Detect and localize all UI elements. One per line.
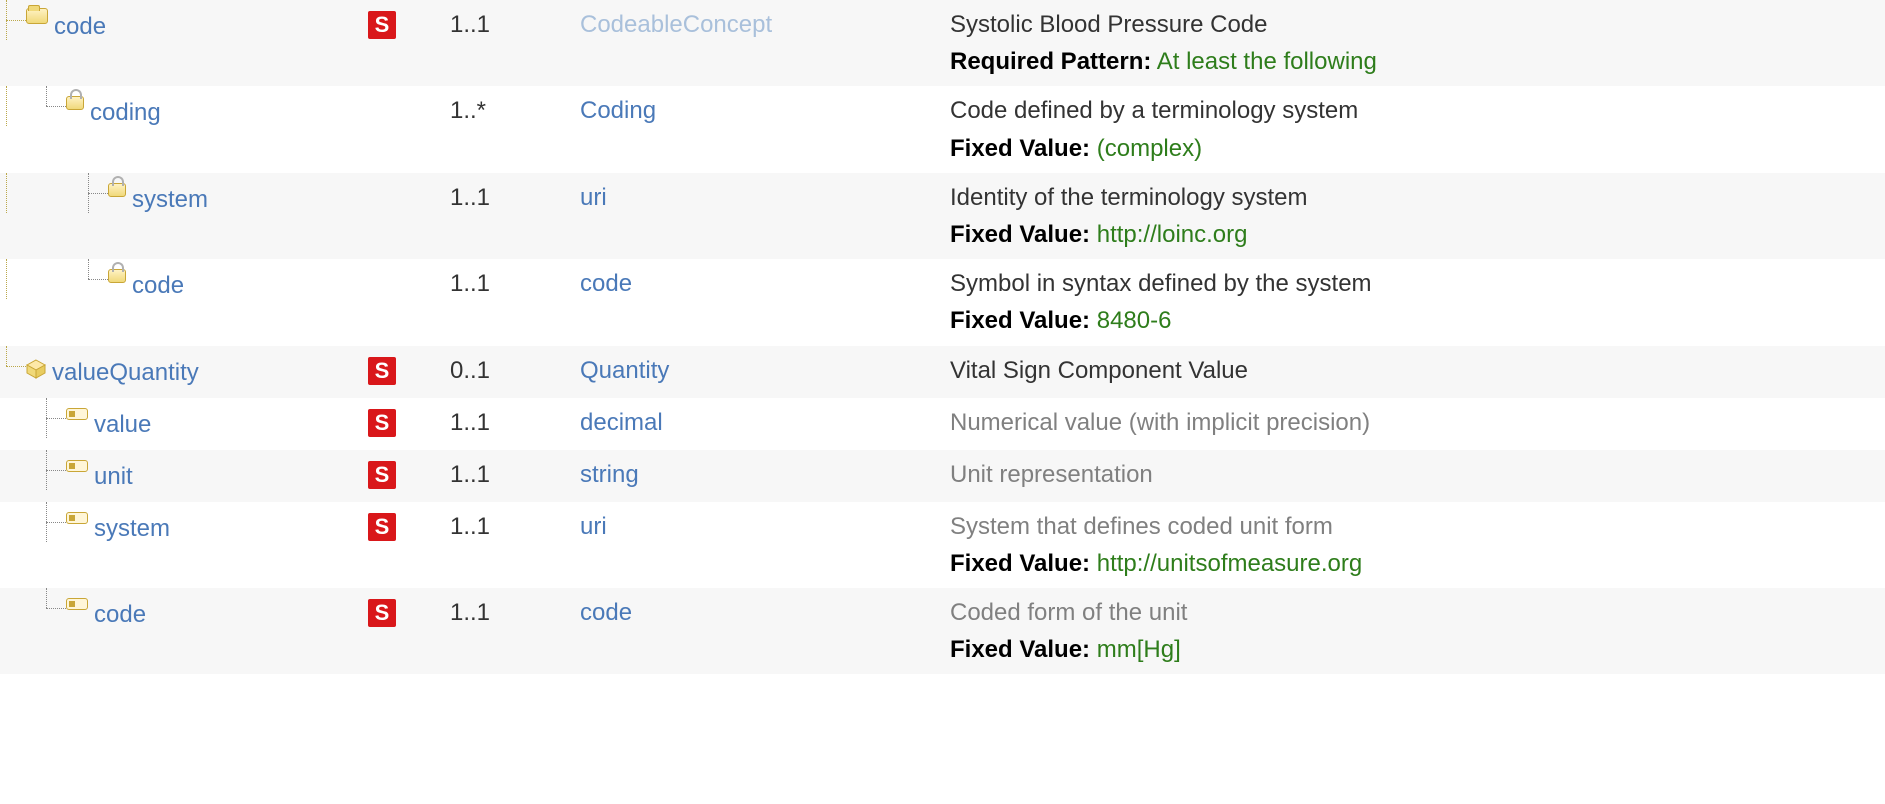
cardinality: 1..1 <box>442 173 572 259</box>
tree-row: system 1..1 uri Identity of the terminology… <box>0 173 1885 259</box>
type-link[interactable]: code <box>580 599 632 626</box>
must-support-flag: S <box>368 599 396 627</box>
tree-row: coding 1..* Coding Code defined by a termin… <box>0 86 1885 172</box>
cardinality: 1..1 <box>442 588 572 674</box>
element-name-link[interactable]: system <box>132 179 208 218</box>
must-support-flag: S <box>368 461 396 489</box>
field-icon <box>66 460 88 472</box>
type-link[interactable]: uri <box>580 184 607 211</box>
type-link[interactable]: decimal <box>580 409 663 436</box>
must-support-flag: S <box>368 513 396 541</box>
tree-row: code 1..1 code Symbol in syntax defined by … <box>0 259 1885 345</box>
description: Identity of the terminology systemFixed … <box>942 173 1885 259</box>
structure-tree-table: code S 1..1 CodeableConcept Systolic Blood P… <box>0 0 1885 674</box>
field-icon <box>66 598 88 610</box>
type-link[interactable]: uri <box>580 513 607 540</box>
element-name-link[interactable]: coding <box>90 92 161 131</box>
description: Coded form of the unitFixed Value: mm[Hg… <box>942 588 1885 674</box>
element-name-link[interactable]: code <box>54 6 106 45</box>
element-name-link[interactable]: code <box>94 594 146 633</box>
element-name-link[interactable]: code <box>132 265 184 304</box>
description: Unit representation <box>942 450 1885 502</box>
folder-icon <box>26 8 48 24</box>
lock-icon <box>66 96 84 110</box>
type-link[interactable]: Quantity <box>580 357 669 384</box>
cardinality: 0..1 <box>442 346 572 398</box>
type-link[interactable]: code <box>580 270 632 297</box>
element-name-link[interactable]: unit <box>94 456 133 495</box>
description: Vital Sign Component Value <box>942 346 1885 398</box>
cardinality: 1..1 <box>442 450 572 502</box>
tree-row: value S 1..1 decimal Numerical value (with i… <box>0 398 1885 450</box>
cardinality: 1..* <box>442 86 572 172</box>
tree-row: code S 1..1 CodeableConcept Systolic Blood P… <box>0 0 1885 86</box>
type-link[interactable]: CodeableConcept <box>580 11 772 38</box>
must-support-flag: S <box>368 357 396 385</box>
tree-row: code S 1..1 code Coded form of the unitFixed… <box>0 588 1885 674</box>
element-name-link[interactable]: value <box>94 404 151 443</box>
must-support-flag: S <box>368 11 396 39</box>
tree-row: unit S 1..1 string Unit representation <box>0 450 1885 502</box>
description: Code defined by a terminology systemFixe… <box>942 86 1885 172</box>
datatype-icon <box>26 353 46 373</box>
cardinality: 1..1 <box>442 0 572 86</box>
tree-row: valueQuantity S 0..1 Quantity Vital Sign Com… <box>0 346 1885 398</box>
description: Symbol in syntax defined by the systemFi… <box>942 259 1885 345</box>
element-name-link[interactable]: system <box>94 508 170 547</box>
type-link[interactable]: Coding <box>580 97 656 124</box>
description: Systolic Blood Pressure CodeRequired Pat… <box>942 0 1885 86</box>
type-link[interactable]: string <box>580 461 639 488</box>
element-name-link[interactable]: valueQuantity <box>52 352 199 391</box>
description: System that defines coded unit formFixed… <box>942 502 1885 588</box>
description: Numerical value (with implicit precision… <box>942 398 1885 450</box>
lock-icon <box>108 269 126 283</box>
field-icon <box>66 408 88 420</box>
cardinality: 1..1 <box>442 502 572 588</box>
field-icon <box>66 512 88 524</box>
cardinality: 1..1 <box>442 259 572 345</box>
tree-row: system S 1..1 uri System that defines coded … <box>0 502 1885 588</box>
cardinality: 1..1 <box>442 398 572 450</box>
lock-icon <box>108 183 126 197</box>
must-support-flag: S <box>368 409 396 437</box>
